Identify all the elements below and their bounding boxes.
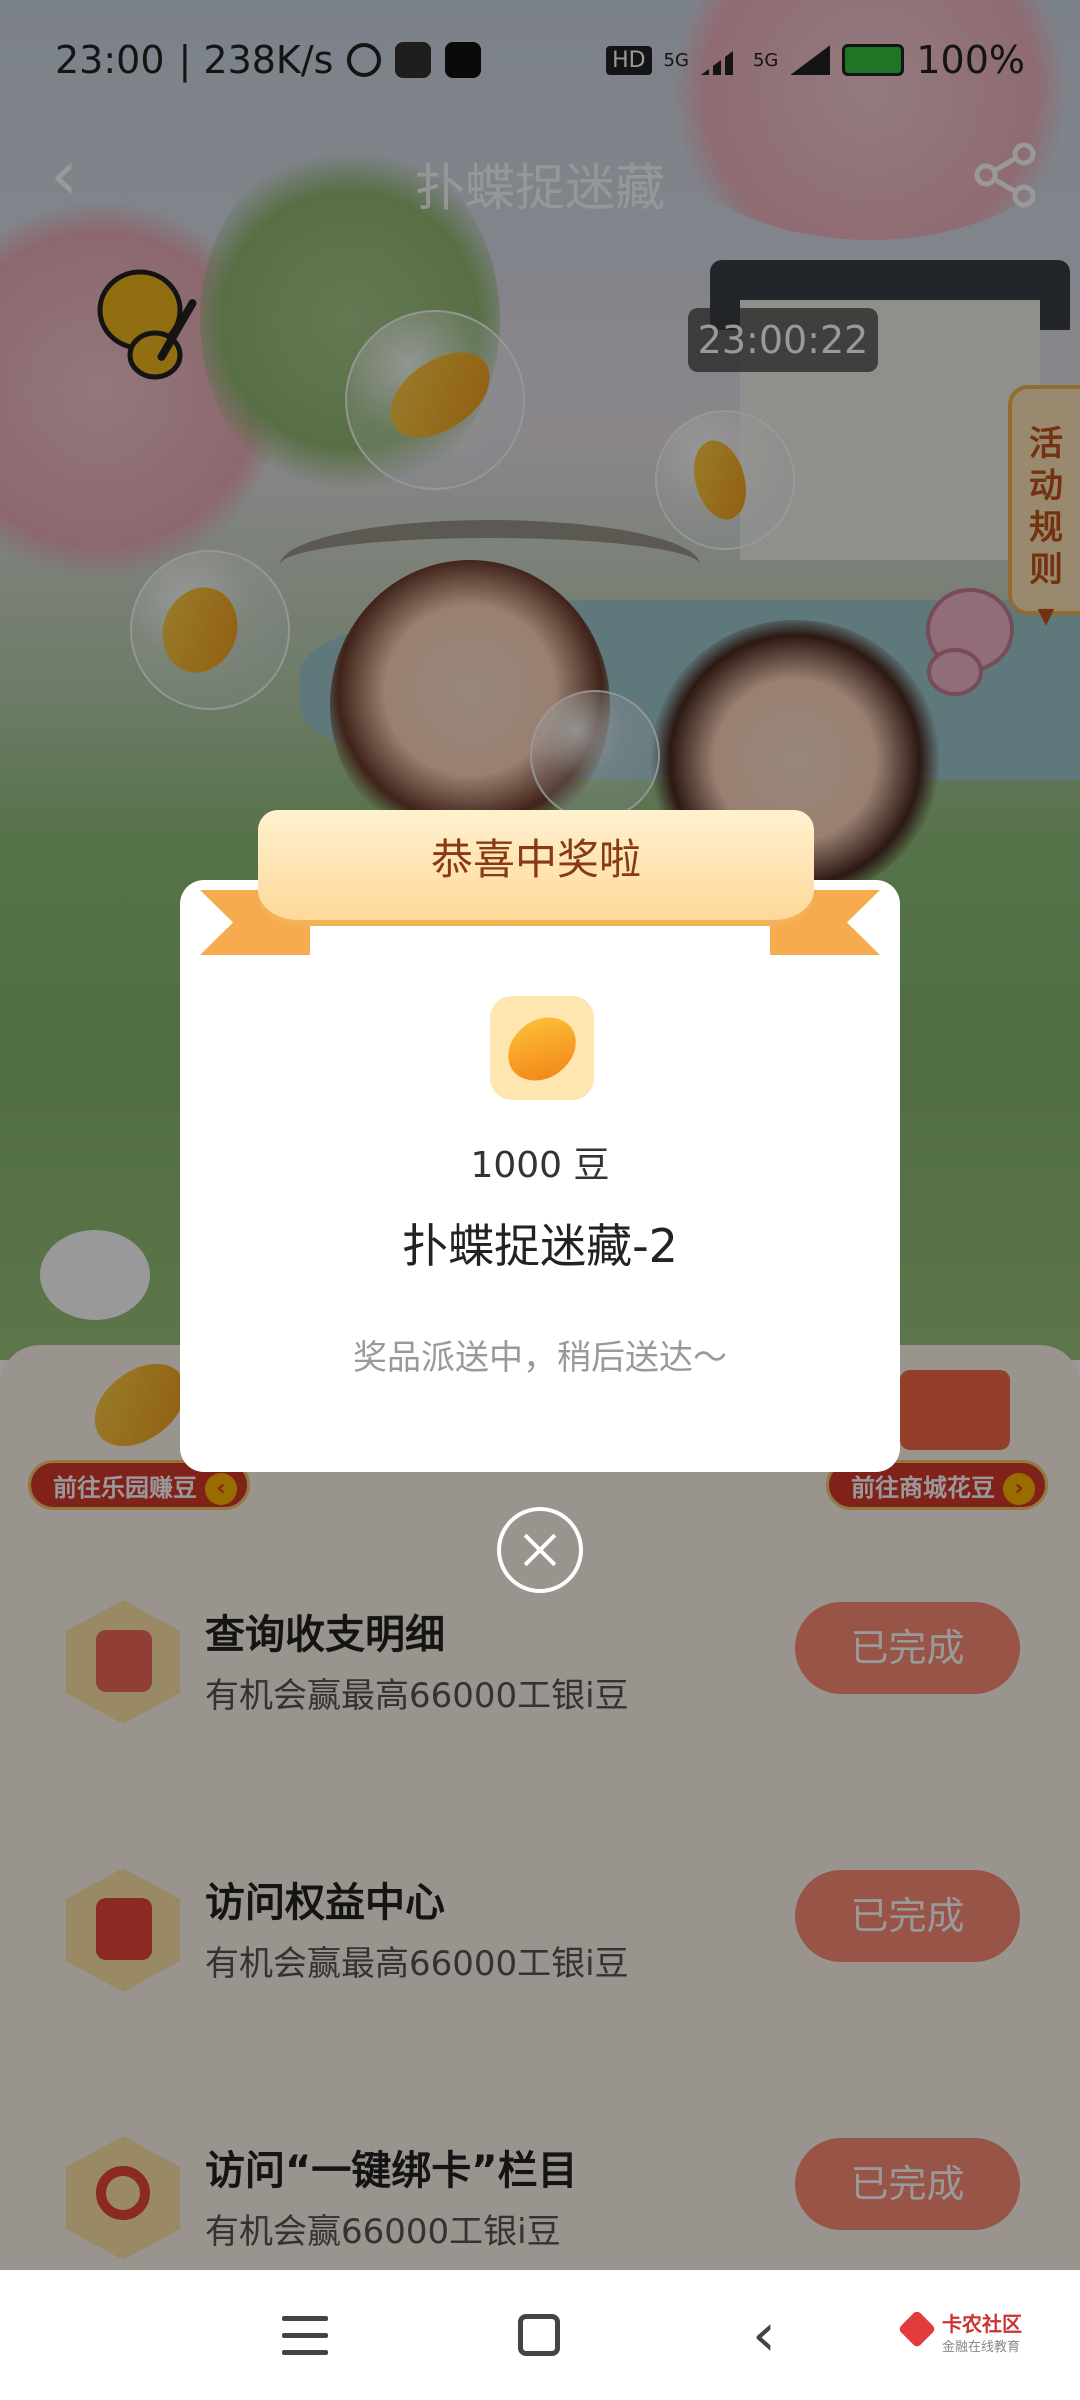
- watermark-logo: [897, 2309, 937, 2349]
- prize-icon: [490, 996, 594, 1100]
- prize-ribbon-title: 恭喜中奖啦: [258, 810, 814, 920]
- nav-back-icon[interactable]: ‹: [752, 2300, 776, 2370]
- system-nav-bar: ‹ 卡农社区 金融在线教育: [0, 2270, 1080, 2400]
- prize-amount: 1000 豆: [470, 1145, 610, 1186]
- bean-icon: [498, 1003, 586, 1095]
- menu-icon[interactable]: [282, 2316, 328, 2356]
- close-icon[interactable]: [497, 1507, 583, 1593]
- prize-name: 扑蝶捉迷藏-2: [402, 1219, 678, 1273]
- watermark-title: 卡农社区: [942, 2312, 1022, 2336]
- home-icon[interactable]: [518, 2314, 560, 2356]
- watermark-subtitle: 金融在线教育: [942, 2340, 1021, 2355]
- prize-status: 奖品派送中，稍后送达～: [353, 1338, 727, 1378]
- watermark: 卡农社区 金融在线教育: [897, 2308, 1030, 2368]
